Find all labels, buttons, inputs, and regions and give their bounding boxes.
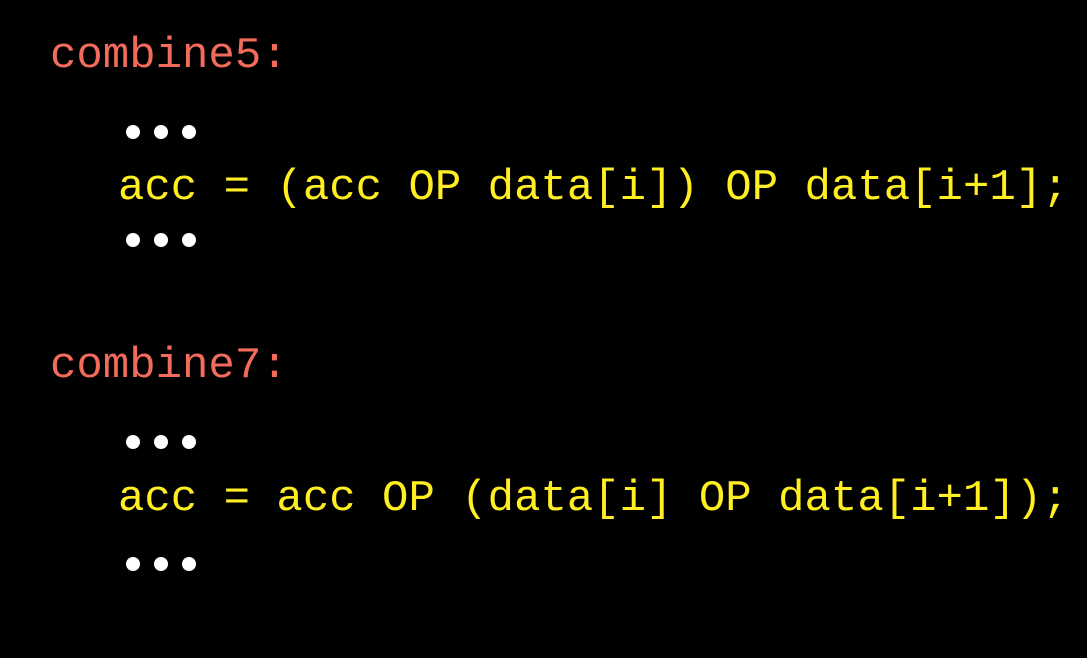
- dot-icon: [182, 435, 196, 449]
- dot-icon: [154, 435, 168, 449]
- ellipsis-icon: [126, 125, 196, 139]
- dot-icon: [126, 125, 140, 139]
- slide: { "blocks": [ { "label": "combine5:", "c…: [0, 0, 1087, 658]
- ellipsis-icon: [126, 435, 196, 449]
- dot-icon: [182, 557, 196, 571]
- combine7-code-line: acc = acc OP (data[i] OP data[i+1]);: [118, 474, 1069, 524]
- dot-icon: [154, 233, 168, 247]
- combine5-code-line: acc = (acc OP data[i]) OP data[i+1];: [118, 163, 1069, 213]
- dot-icon: [182, 125, 196, 139]
- dot-icon: [126, 435, 140, 449]
- ellipsis-icon: [126, 557, 196, 571]
- ellipsis-icon: [126, 233, 196, 247]
- dot-icon: [182, 233, 196, 247]
- dot-icon: [154, 125, 168, 139]
- dot-icon: [154, 557, 168, 571]
- combine5-label: combine5:: [50, 31, 288, 81]
- dot-icon: [126, 233, 140, 247]
- combine7-label: combine7:: [50, 341, 288, 391]
- dot-icon: [126, 557, 140, 571]
